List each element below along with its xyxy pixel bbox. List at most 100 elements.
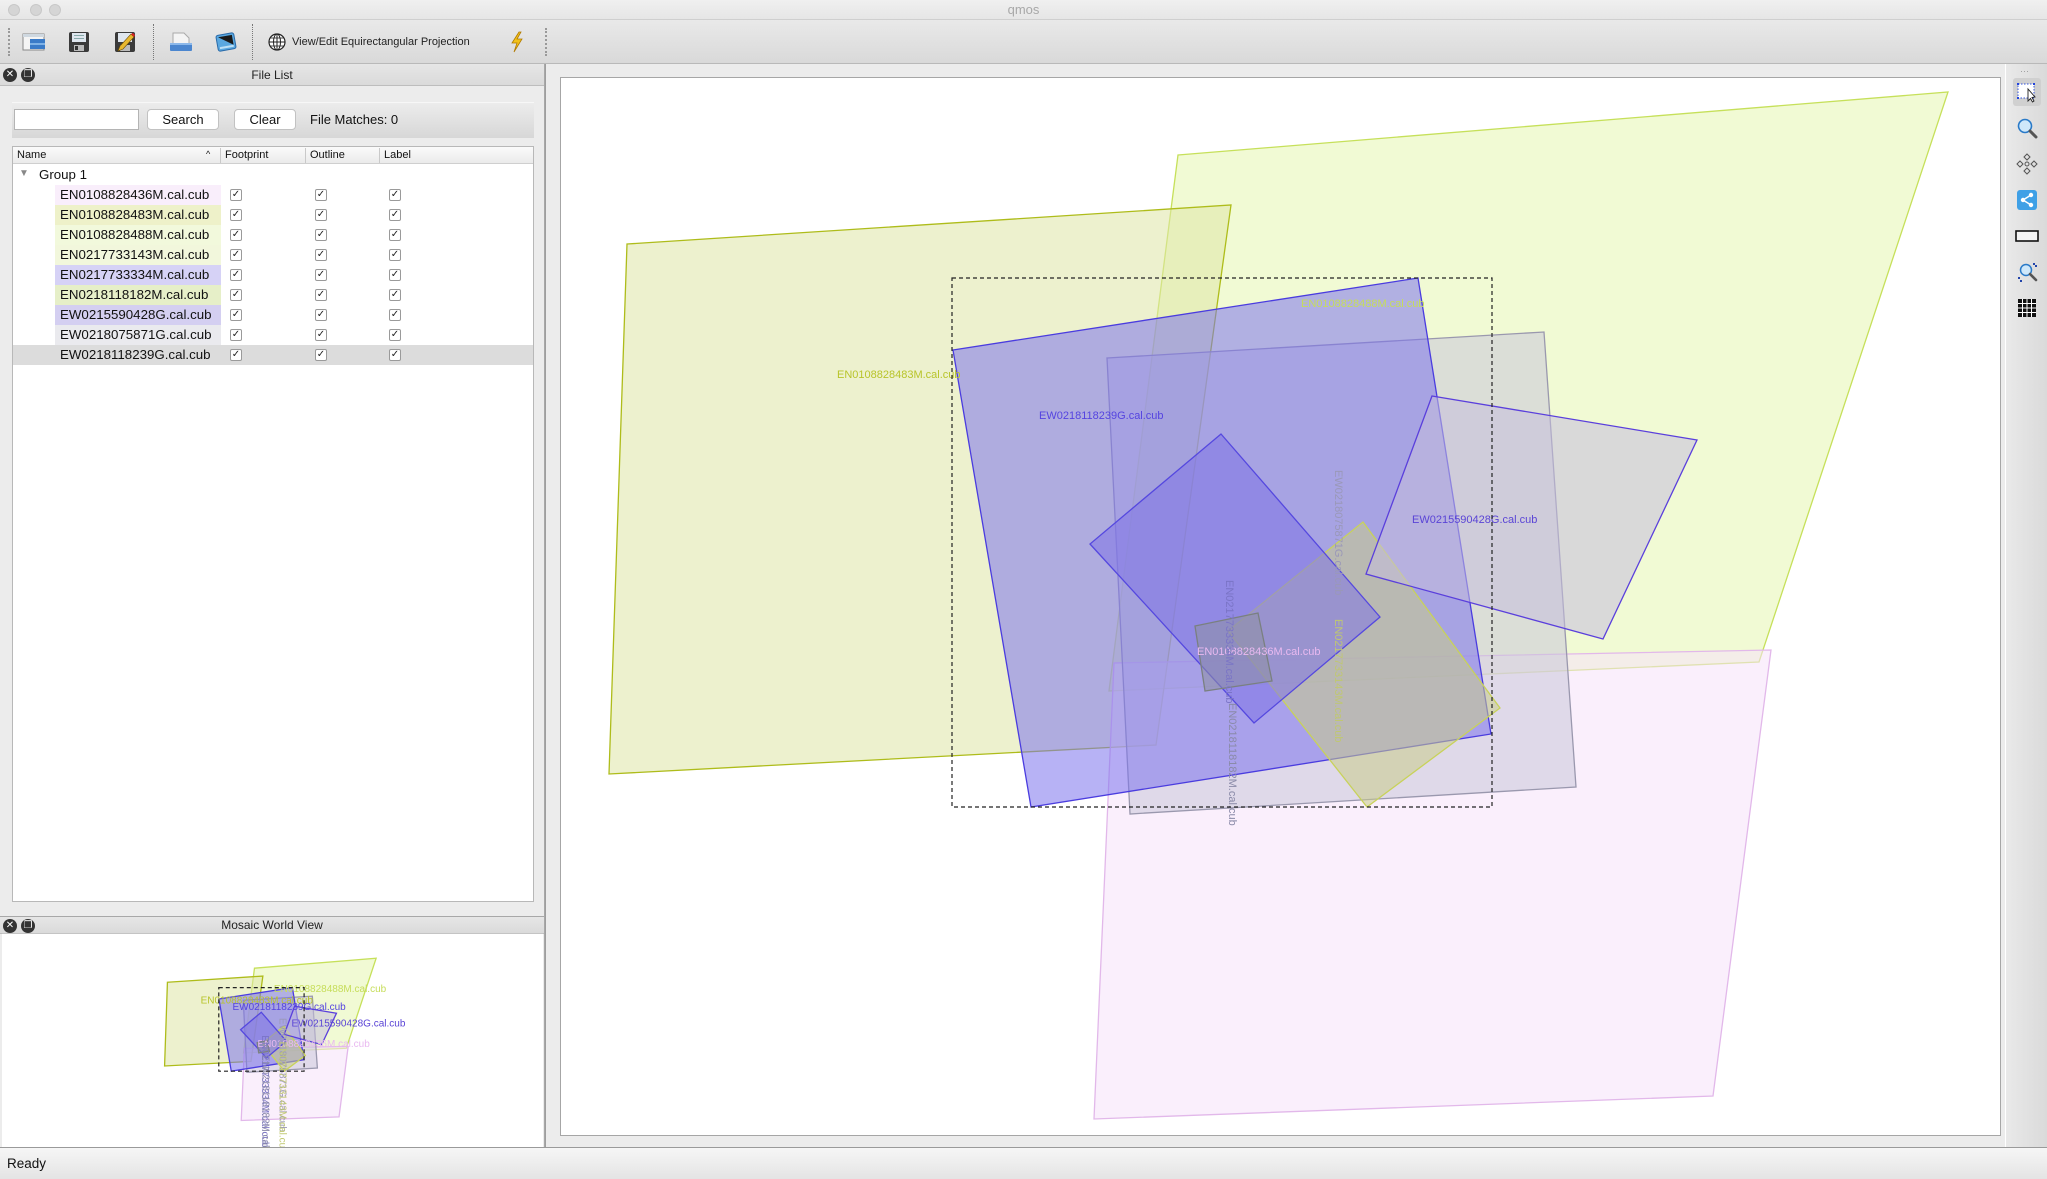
file-name: EN0108828483M.cal.cub	[55, 205, 221, 225]
file-row[interactable]: EN0217733143M.cal.cub ✓ ✓ ✓	[13, 245, 533, 265]
outline-checkbox[interactable]: ✓	[315, 229, 327, 241]
projection-label: View/Edit Equirectangular Projection	[292, 36, 470, 48]
file-row[interactable]: EW0218075871G.cal.cub ✓ ✓ ✓	[13, 325, 533, 345]
file-tree: Name ^ Footprint Outline Label ▼ Group 1…	[12, 146, 534, 902]
file-name: EN0218118182M.cal.cub	[55, 285, 221, 305]
outline-checkbox[interactable]: ✓	[315, 309, 327, 321]
label-checkbox[interactable]: ✓	[389, 349, 401, 361]
view-edit-projection-button[interactable]: View/Edit Equirectangular Projection	[268, 30, 470, 54]
grid-icon	[2018, 299, 2036, 317]
area-tool[interactable]	[2013, 222, 2041, 250]
world-view-canvas[interactable]: EN0108828488M.cal.cub EN0108828483M.cal.c…	[2, 933, 543, 1147]
window-title-bar: qmos	[0, 0, 2047, 20]
footprint-checkbox[interactable]: ✓	[230, 249, 242, 261]
column-header-outline[interactable]: Outline	[310, 149, 345, 161]
sort-ascending-icon: ^	[206, 149, 211, 159]
footprint-label: EN0108828436M.cal.cub	[257, 1039, 370, 1050]
toolbar-grip[interactable]	[545, 28, 547, 56]
export-button[interactable]	[166, 28, 196, 56]
footprint-checkbox[interactable]: ✓	[230, 349, 242, 361]
file-row[interactable]: EN0217733334M.cal.cub ✓ ✓ ✓	[13, 265, 533, 285]
footprint-checkbox[interactable]: ✓	[230, 309, 242, 321]
file-tree-header: Name ^ Footprint Outline Label	[13, 147, 533, 164]
save-project-as-button[interactable]	[110, 28, 140, 56]
outline-checkbox[interactable]: ✓	[315, 269, 327, 281]
file-name: EN0108828436M.cal.cub	[55, 185, 221, 205]
footprint-label: EW0218118239G.cal.cub	[1039, 410, 1164, 422]
footprint-checkbox[interactable]: ✓	[230, 189, 242, 201]
world-view-map[interactable]: EN0108828488M.cal.cubEN0108828483M.cal.c…	[2, 934, 543, 1147]
world-view-title: Mosaic World View	[0, 917, 544, 934]
file-name: EN0217733334M.cal.cub	[55, 265, 221, 285]
tool-strip: ···	[2005, 64, 2047, 1147]
column-header-footprint[interactable]: Footprint	[225, 149, 268, 161]
file-name: EW0218118239G.cal.cub	[55, 345, 221, 365]
file-matches-count: File Matches: 0	[310, 112, 399, 127]
toolbar-separator	[153, 24, 154, 60]
group-label: Group 1	[39, 167, 88, 182]
footprint-map[interactable]: EN0108828488M.cal.cub EN0108828483M.cal.c…	[561, 78, 2002, 1137]
file-row[interactable]: EN0108828483M.cal.cub ✓ ✓ ✓	[13, 205, 533, 225]
footprint-checkbox[interactable]: ✓	[230, 269, 242, 281]
outline-checkbox[interactable]: ✓	[315, 249, 327, 261]
clear-button[interactable]: Clear	[234, 109, 296, 130]
outline-checkbox[interactable]: ✓	[315, 189, 327, 201]
tool-strip-grip[interactable]: ···	[2020, 66, 2029, 76]
mosaic-scene[interactable]: EN0108828488M.cal.cub EN0108828483M.cal.c…	[560, 77, 2001, 1136]
column-header-name[interactable]: Name	[17, 149, 46, 161]
footprint-checkbox[interactable]: ✓	[230, 289, 242, 301]
footprint-label: EN0217733143M.cal.cub	[1332, 619, 1344, 743]
file-search-input[interactable]	[14, 109, 139, 130]
expand-triangle-icon[interactable]: ▼	[19, 168, 29, 179]
outline-checkbox[interactable]: ✓	[315, 209, 327, 221]
label-checkbox[interactable]: ✓	[389, 309, 401, 321]
screenshot-button[interactable]	[211, 28, 241, 56]
quick-action-button[interactable]	[502, 28, 532, 56]
column-header-label[interactable]: Label	[384, 149, 411, 161]
dock-float-icon[interactable]: ❐	[21, 919, 35, 933]
footprint-checkbox[interactable]: ✓	[230, 209, 242, 221]
label-checkbox[interactable]: ✓	[389, 289, 401, 301]
outline-checkbox[interactable]: ✓	[315, 349, 327, 361]
grid-tool[interactable]	[2013, 294, 2041, 322]
file-row[interactable]: EW0218118239G.cal.cub ✓ ✓ ✓	[13, 345, 533, 365]
dock-float-icon[interactable]: ❐	[21, 68, 35, 82]
group-row[interactable]: ▼ Group 1	[13, 165, 533, 185]
dock-close-icon[interactable]: ✕	[3, 919, 17, 933]
footprint-label: EN0108828488M.cal.cub	[274, 984, 387, 995]
pan-tool[interactable]	[2013, 150, 2041, 178]
zoom-tool[interactable]	[2013, 114, 2041, 142]
find-tool[interactable]	[2013, 258, 2041, 286]
label-checkbox[interactable]: ✓	[389, 249, 401, 261]
footprint-checkbox[interactable]: ✓	[230, 329, 242, 341]
footprint-label: EN0217733143M.cal.cub	[276, 1041, 287, 1147]
open-list-button[interactable]	[19, 28, 49, 56]
outline-checkbox[interactable]: ✓	[315, 289, 327, 301]
file-row[interactable]: EN0108828436M.cal.cub ✓ ✓ ✓	[13, 185, 533, 205]
file-row[interactable]: EW0215590428G.cal.cub ✓ ✓ ✓	[13, 305, 533, 325]
select-tool[interactable]	[2013, 78, 2041, 106]
open-cube-list-icon	[22, 33, 45, 51]
label-checkbox[interactable]: ✓	[389, 329, 401, 341]
label-checkbox[interactable]: ✓	[389, 189, 401, 201]
control-net-tool[interactable]	[2013, 186, 2041, 214]
file-name: EW0218075871G.cal.cub	[55, 325, 221, 345]
file-row[interactable]: EN0218118182M.cal.cub ✓ ✓ ✓	[13, 285, 533, 305]
label-checkbox[interactable]: ✓	[389, 209, 401, 221]
search-button[interactable]: Search	[147, 109, 219, 130]
save-project-button[interactable]	[64, 28, 94, 56]
file-row[interactable]: EN0108828488M.cal.cub ✓ ✓ ✓	[13, 225, 533, 245]
footprint-label: EW0218118239G.cal.cub	[233, 1002, 347, 1013]
rectangle-icon	[2015, 230, 2039, 242]
footprint-label: EN0108828483M.cal.cub	[837, 369, 961, 381]
mosaic-scene-area: EN0108828488M.cal.cub EN0108828483M.cal.c…	[545, 64, 2005, 1147]
label-checkbox[interactable]: ✓	[389, 269, 401, 281]
footprint-label: EN0217733334M.cal.cub	[1223, 580, 1235, 704]
label-checkbox[interactable]: ✓	[389, 229, 401, 241]
toolbar-grip[interactable]	[8, 28, 10, 56]
dock-close-icon[interactable]: ✕	[3, 68, 17, 82]
footprint-label: EN0108828436M.cal.cub	[1197, 646, 1321, 658]
globe-icon	[268, 33, 286, 51]
outline-checkbox[interactable]: ✓	[315, 329, 327, 341]
footprint-checkbox[interactable]: ✓	[230, 229, 242, 241]
